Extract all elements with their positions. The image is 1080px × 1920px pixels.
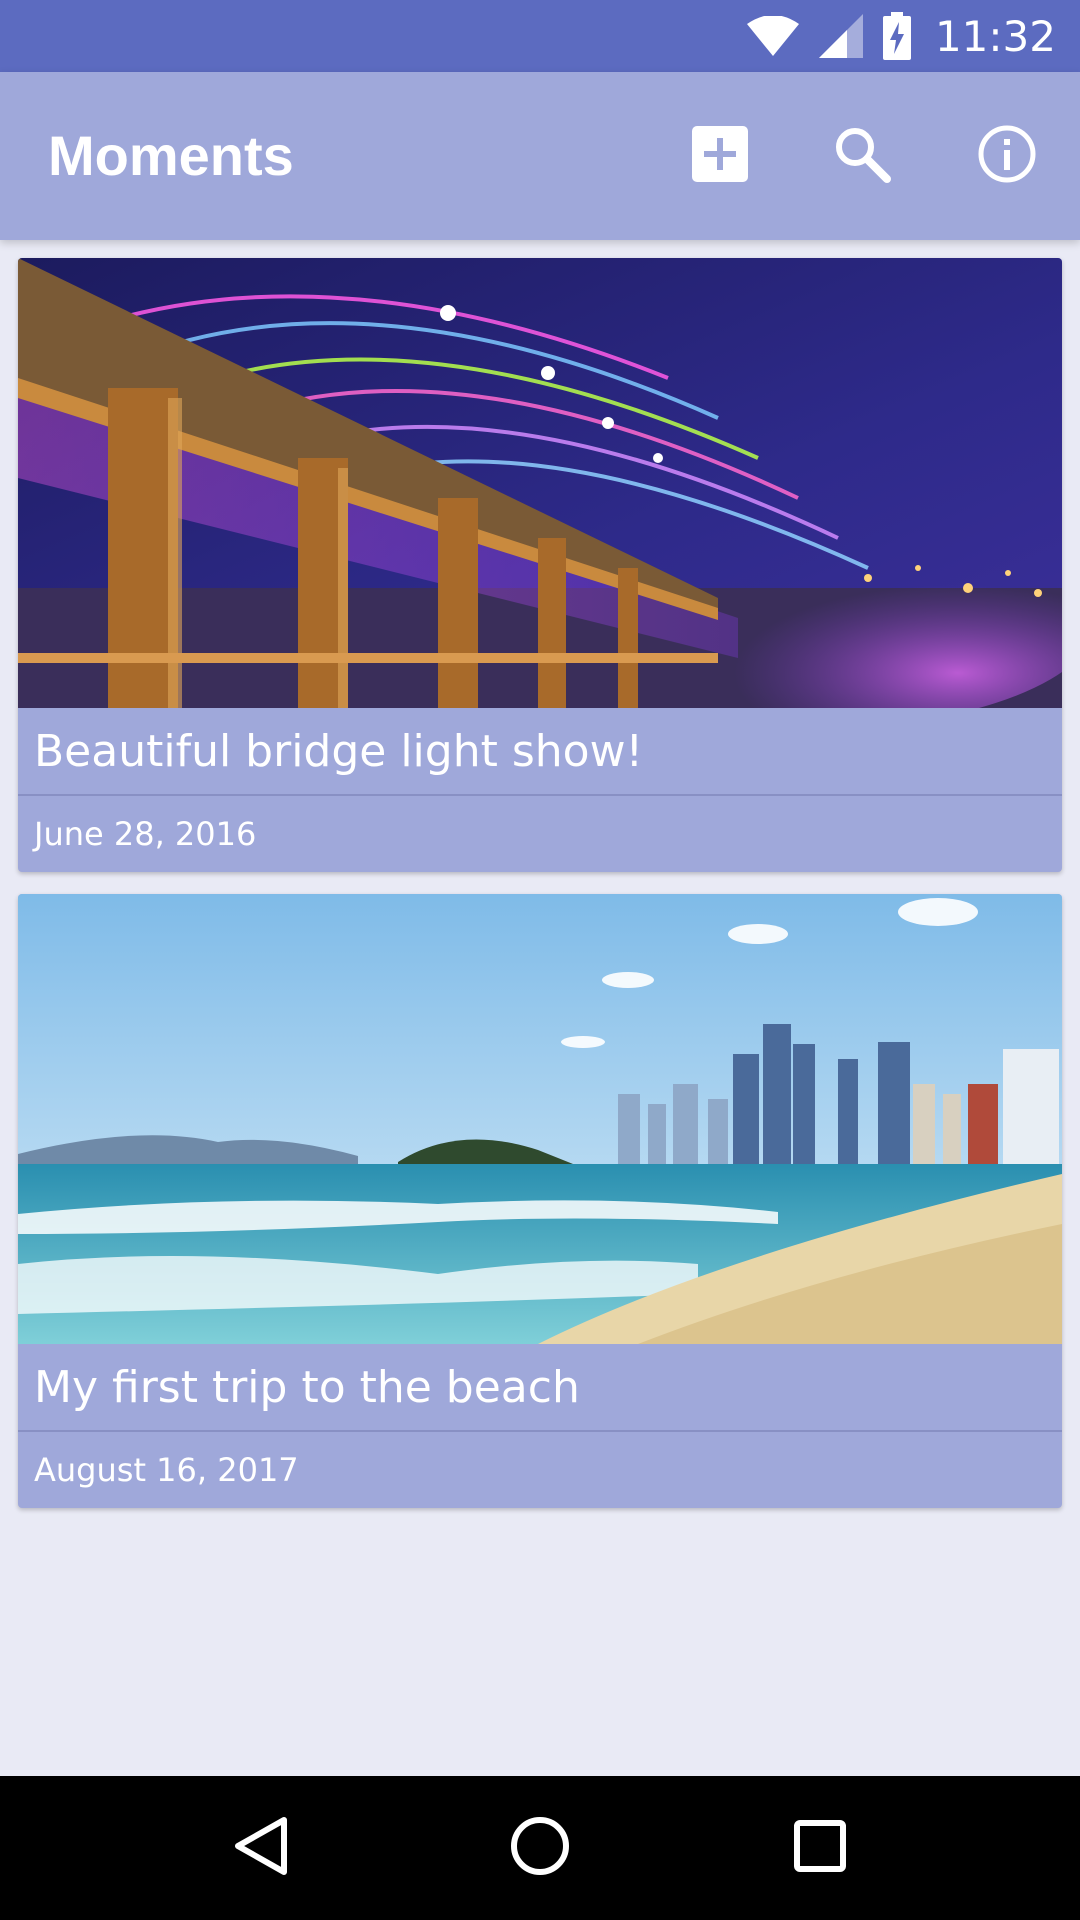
moment-date: June 28, 2016 [34, 815, 257, 853]
status-bar: 11:32 [0, 0, 1080, 72]
cell-signal-icon [818, 14, 863, 58]
search-button[interactable] [830, 124, 894, 188]
moment-title: Beautiful bridge light show! [18, 708, 1062, 796]
add-icon [692, 125, 748, 187]
status-time: 11:32 [934, 11, 1056, 61]
recents-icon [794, 1819, 846, 1877]
moment-card[interactable]: Beautiful bridge light show! June 28, 20… [18, 258, 1062, 872]
wifi-icon [746, 16, 799, 56]
back-button[interactable] [212, 1800, 308, 1896]
home-icon [510, 1816, 570, 1881]
moment-title: My first trip to the beach [18, 1344, 1062, 1432]
navigation-bar [0, 1776, 1080, 1920]
recents-button[interactable] [772, 1800, 868, 1896]
page-title: Moments [48, 124, 294, 187]
moment-card[interactable]: My first trip to the beach August 16, 20… [18, 894, 1062, 1508]
info-icon [977, 124, 1037, 189]
beach-city-photo [18, 894, 1062, 1344]
search-icon [833, 125, 891, 188]
back-icon [232, 1816, 288, 1881]
battery-charging-icon [882, 12, 911, 60]
add-moment-button[interactable] [688, 124, 752, 188]
moment-date: August 16, 2017 [34, 1451, 299, 1489]
bridge-light-show-photo [18, 258, 1062, 708]
info-button[interactable] [975, 124, 1039, 188]
home-button[interactable] [492, 1800, 588, 1896]
app-bar: Moments [0, 72, 1080, 240]
